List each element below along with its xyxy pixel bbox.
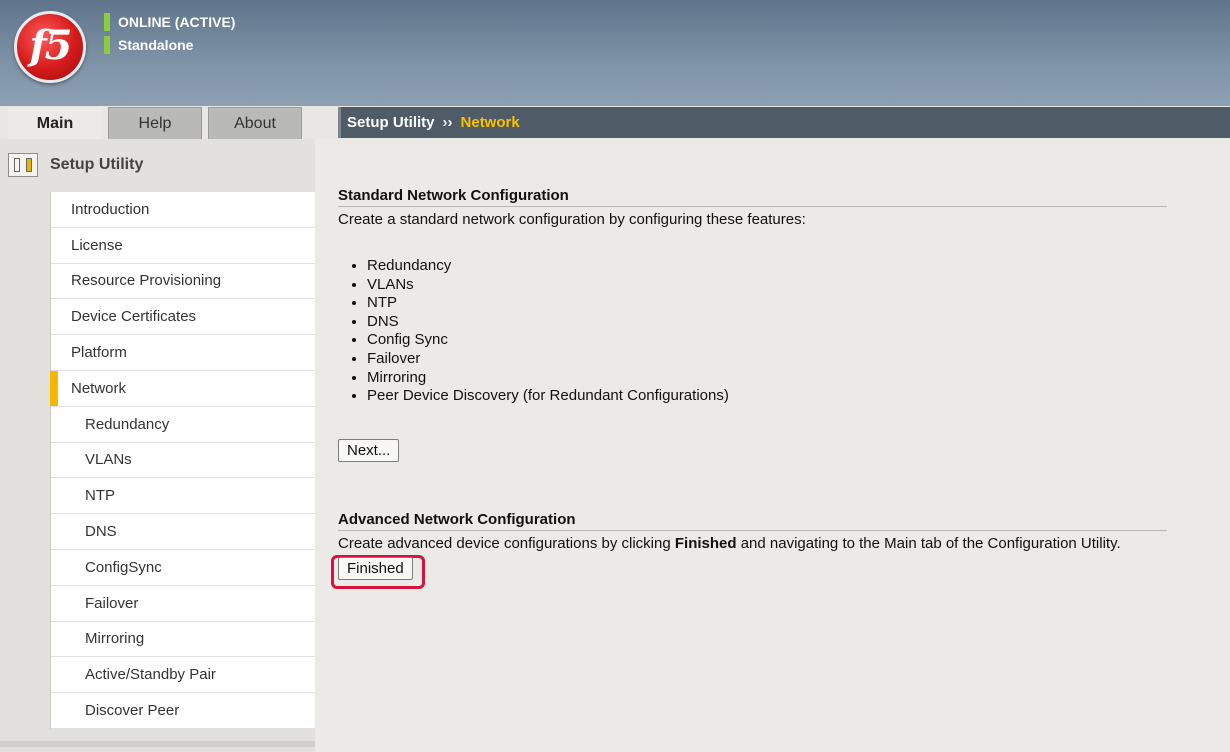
main-content: Standard Network Configuration Create a …: [315, 139, 1230, 752]
sidebar-item-vlans[interactable]: VLANs: [51, 443, 315, 479]
sidebar-item-ntp[interactable]: NTP: [51, 478, 315, 515]
sidebar-item-configsync[interactable]: ConfigSync: [51, 550, 315, 586]
sidebar-item-license[interactable]: License: [51, 228, 315, 264]
standard-config-description: Create a standard network configuration …: [338, 211, 806, 228]
sidebar-nav: Introduction License Resource Provisioni…: [50, 192, 315, 729]
tab-help[interactable]: Help: [108, 107, 202, 139]
standard-config-title: Standard Network Configuration: [338, 187, 1167, 207]
sidebar-scrollbar[interactable]: [0, 741, 315, 747]
list-item: NTP: [367, 294, 729, 313]
top-banner: f5 ONLINE (ACTIVE) Standalone: [0, 0, 1230, 106]
sidebar-item-discover-peer[interactable]: Discover Peer: [51, 693, 315, 729]
list-item: Failover: [367, 350, 729, 369]
breadcrumb-separator: ››: [442, 114, 453, 131]
status-online: ONLINE (ACTIVE): [104, 13, 235, 31]
next-button[interactable]: Next...: [338, 439, 400, 462]
sidebar: Setup Utility Introduction License Resou…: [0, 139, 315, 752]
feature-list: Redundancy VLANs NTP DNS Config Sync Fai…: [367, 257, 729, 406]
list-item: Mirroring: [367, 369, 729, 388]
list-item: Redundancy: [367, 257, 729, 276]
tab-main[interactable]: Main: [8, 107, 102, 139]
breadcrumb: Setup Utility ›› Network: [338, 107, 1230, 138]
sidebar-item-active-standby-pair[interactable]: Active/Standby Pair: [51, 657, 315, 694]
sidebar-item-introduction[interactable]: Introduction: [51, 192, 315, 228]
f5-logo[interactable]: f5: [14, 11, 86, 83]
sidebar-header[interactable]: Setup Utility: [8, 153, 143, 177]
list-item: VLANs: [367, 276, 729, 295]
main-tabs: Main Help About: [8, 107, 302, 139]
list-item: Peer Device Discovery (for Redundant Con…: [367, 387, 729, 406]
list-item: Config Sync: [367, 331, 729, 350]
breadcrumb-root[interactable]: Setup Utility: [347, 114, 435, 131]
sidebar-item-resource-provisioning[interactable]: Resource Provisioning: [51, 264, 315, 300]
sidebar-title: Setup Utility: [50, 156, 144, 173]
sidebar-item-device-certificates[interactable]: Device Certificates: [51, 299, 315, 336]
advanced-config-description: Create advanced device configurations by…: [338, 535, 1121, 552]
breadcrumb-current: Network: [460, 114, 520, 131]
sidebar-item-mirroring[interactable]: Mirroring: [51, 622, 315, 658]
sidebar-item-network[interactable]: Network: [50, 370, 315, 407]
finished-button[interactable]: Finished: [338, 557, 413, 580]
status-mode: Standalone: [104, 36, 193, 54]
setup-utility-icon: [8, 153, 38, 177]
sidebar-item-dns[interactable]: DNS: [51, 514, 315, 550]
advanced-config-title: Advanced Network Configuration: [338, 511, 1167, 531]
list-item: DNS: [367, 313, 729, 332]
sidebar-item-failover[interactable]: Failover: [51, 586, 315, 622]
tab-about[interactable]: About: [208, 107, 302, 139]
sidebar-item-platform[interactable]: Platform: [51, 335, 315, 371]
sidebar-item-redundancy[interactable]: Redundancy: [51, 407, 315, 443]
